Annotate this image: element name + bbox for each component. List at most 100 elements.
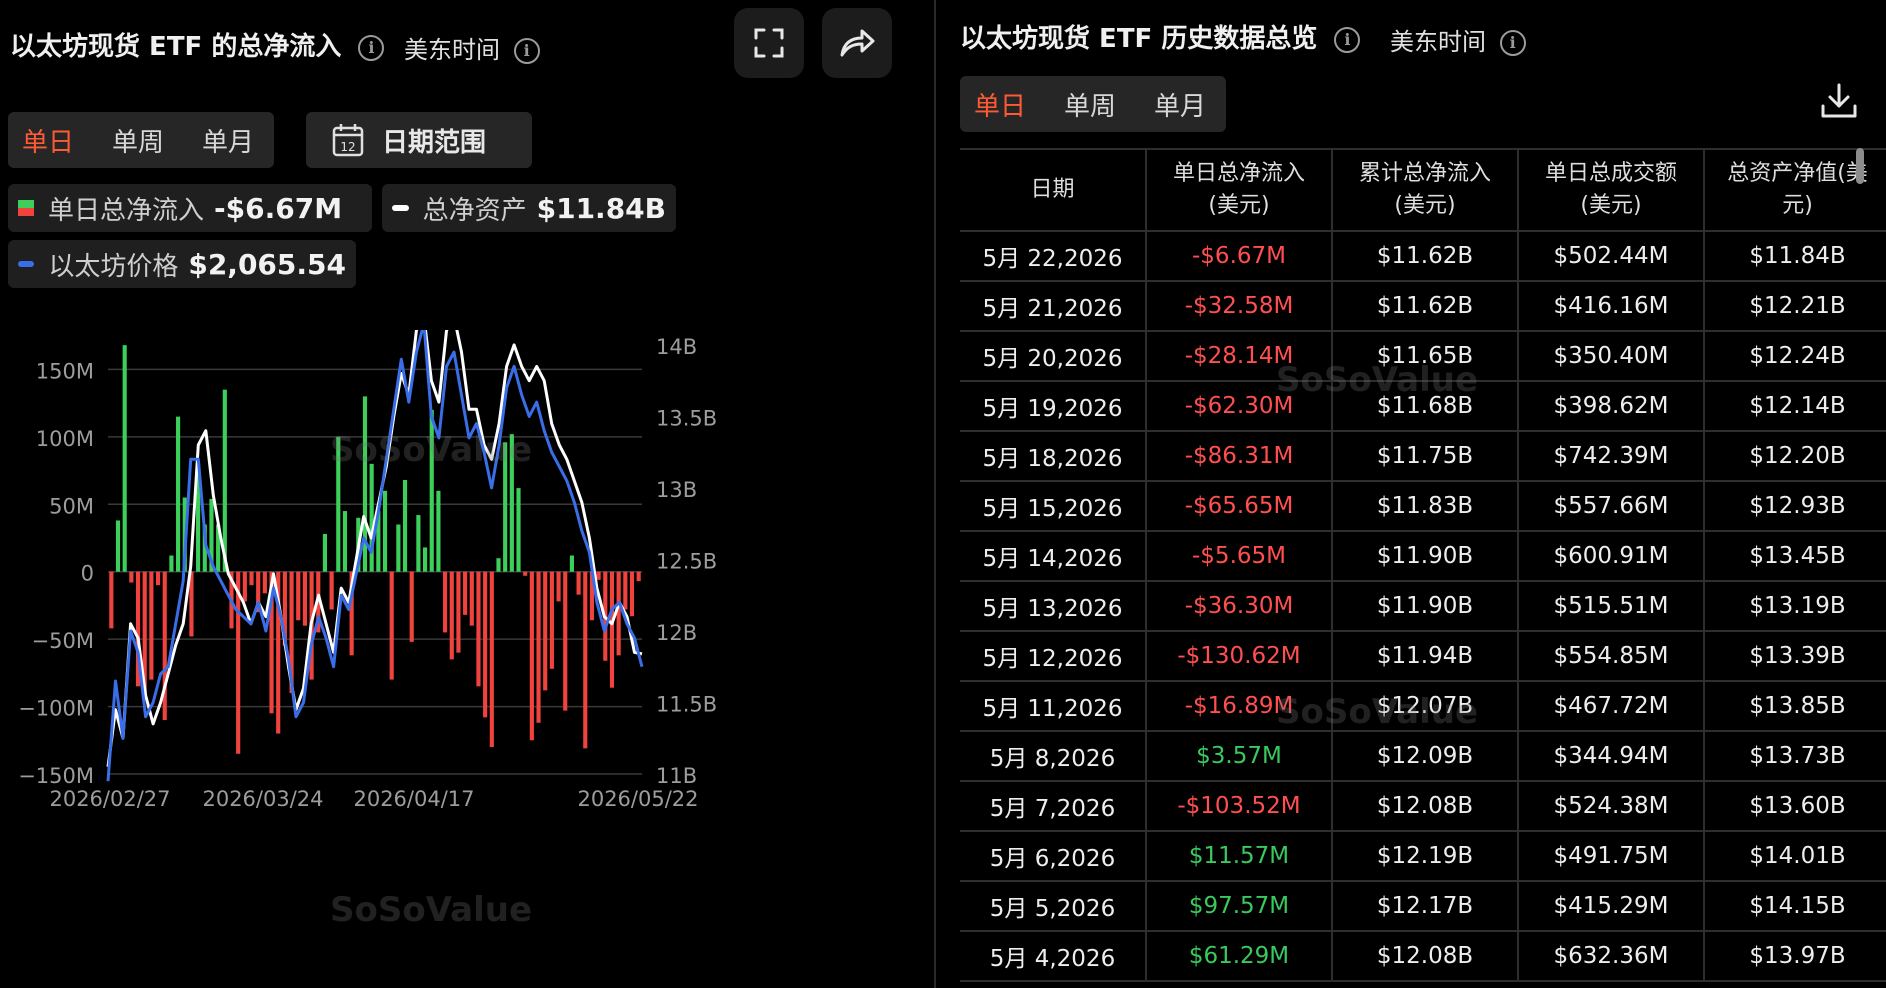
col-header-daily-volume[interactable]: 单日总成交额 (美元)	[1518, 148, 1705, 232]
inflow-bar	[122, 345, 127, 572]
right-axis-tick: 13.5B	[656, 406, 717, 430]
cell-daily-volume: $350.40M	[1518, 331, 1705, 382]
cell-cumulative-inflow: $11.94B	[1332, 631, 1519, 682]
table-panel-title: 以太坊现货 ETF 历史数据总览 i	[960, 18, 1361, 55]
table-timezone-text: 美东时间	[1390, 28, 1486, 56]
tab-monthly[interactable]: 单月	[202, 122, 254, 159]
inflow-bar	[463, 571, 468, 615]
inflow-bar	[155, 571, 161, 586]
cell-date: 5月 8,2026	[960, 731, 1147, 782]
col-header-daily-inflow[interactable]: 单日总净流入 (美元)	[1146, 148, 1333, 232]
table-timezone-info-icon[interactable]: i	[1499, 30, 1526, 56]
cell-date: 5月 4,2026	[960, 931, 1147, 982]
inflow-bar	[529, 571, 534, 741]
inflow-chart-panel: 以太坊现货 ETF 的总净流入 i 美东时间 i 单日 单周 单月 12 日期范…	[0, 0, 932, 988]
inflow-bar	[516, 488, 521, 572]
tab-daily[interactable]: 单日	[22, 122, 74, 159]
cell-net-assets: $14.15B	[1704, 881, 1886, 932]
blue-line-swatch-icon	[18, 261, 35, 267]
table-tab-daily[interactable]: 单日	[974, 86, 1026, 123]
right-axis-tick: 13B	[656, 478, 697, 502]
right-axis-tick: 14B	[656, 335, 697, 359]
inflow-bar	[322, 533, 328, 572]
table-watermark-lower: SoSoValue	[1276, 692, 1479, 732]
cell-daily-volume: $467.72M	[1518, 681, 1705, 732]
col-header-cumulative-inflow[interactable]: 累计总净流入 (美元)	[1332, 148, 1519, 232]
cell-daily-volume: $491.75M	[1518, 831, 1705, 882]
table-header-row: 日期 单日总净流入 (美元) 累计总净流入 (美元) 单日总成交额 (美元) 总…	[960, 148, 1886, 232]
table-watermark: SoSoValue	[1276, 360, 1479, 400]
col-header-date[interactable]: 日期	[960, 148, 1147, 232]
download-button[interactable]	[1820, 82, 1858, 124]
inflow-bar	[536, 571, 541, 723]
history-table: 日期 单日总净流入 (美元) 累计总净流入 (美元) 单日总成交额 (美元) 总…	[960, 148, 1886, 982]
cell-cumulative-inflow: $12.19B	[1332, 831, 1519, 882]
inflow-bar	[329, 571, 334, 610]
info-icon[interactable]: i	[358, 34, 385, 61]
cell-daily-volume: $742.39M	[1518, 431, 1705, 482]
table-tab-monthly[interactable]: 单月	[1154, 86, 1206, 123]
cell-daily-inflow: -$5.65M	[1146, 531, 1333, 582]
legend-daily-label: 单日总净流入	[48, 195, 205, 226]
table-row: 5月 21,2026 -$32.58M $11.62B $416.16M $12.21B	[960, 281, 1886, 332]
inflow-bar	[469, 571, 474, 626]
inflow-bar	[169, 555, 174, 572]
share-button[interactable]	[822, 8, 892, 78]
cell-daily-volume: $398.62M	[1518, 381, 1705, 432]
white-line-swatch-icon	[392, 205, 409, 211]
inflow-bar	[549, 571, 554, 669]
table-scrollbar[interactable]	[1856, 148, 1864, 184]
x-axis-tick: 2026/04/17	[353, 787, 474, 811]
cell-net-assets: $12.20B	[1704, 431, 1886, 482]
inflow-bar	[149, 571, 154, 680]
history-table-panel: 以太坊现货 ETF 历史数据总览 i 美东时间 i 单日 单周 单月 日期 单日…	[936, 0, 1886, 988]
table-row: 5月 18,2026 -$86.31M $11.75B $742.39M $12.20B	[960, 431, 1886, 482]
inflow-bar	[449, 571, 454, 660]
cell-cumulative-inflow: $11.90B	[1332, 531, 1519, 582]
inflow-bar	[583, 571, 588, 749]
inflow-bar	[422, 547, 428, 572]
legend-eth-price[interactable]: 以太坊价格 $2,065.54	[8, 240, 356, 288]
inflow-bar	[396, 524, 401, 572]
table-row: 5月 15,2026 -$65.65M $11.83B $557.66M $12.93B	[960, 481, 1886, 532]
timezone-label: 美东时间 i	[404, 30, 540, 65]
cell-date: 5月 11,2026	[960, 681, 1147, 732]
x-axis-tick: 2026/03/24	[202, 787, 323, 811]
cell-daily-inflow: $3.57M	[1146, 731, 1333, 782]
table-tab-weekly[interactable]: 单周	[1064, 86, 1116, 123]
table-timezone-label: 美东时间 i	[1390, 22, 1526, 57]
cell-cumulative-inflow: $12.17B	[1332, 881, 1519, 932]
table-title-text: 以太坊现货 ETF 历史数据总览	[960, 24, 1318, 54]
inflow-bar	[342, 511, 348, 572]
inflow-bar	[443, 571, 448, 633]
inflow-bar	[636, 571, 641, 582]
cell-net-assets: $12.14B	[1704, 381, 1886, 432]
cell-date: 5月 19,2026	[960, 381, 1147, 432]
cell-date: 5月 22,2026	[960, 231, 1147, 282]
eth-price-line	[106, 330, 644, 782]
legend-daily-inflow[interactable]: 单日总净流入 -$6.67M	[8, 184, 372, 232]
inflow-bar	[389, 571, 394, 680]
legend-assets-value: $11.84B	[536, 191, 666, 225]
table-row: 5月 7,2026 -$103.52M $12.08B $524.38M $13.60B	[960, 781, 1886, 832]
tab-weekly[interactable]: 单周	[112, 122, 164, 159]
date-range-button[interactable]: 12 日期范围	[306, 112, 532, 168]
cell-net-assets: $13.39B	[1704, 631, 1886, 682]
watermark-bottom: SoSoValue	[330, 890, 533, 930]
timezone-text: 美东时间	[404, 36, 500, 64]
bar-swatch-icon	[18, 200, 34, 216]
table-info-icon[interactable]: i	[1334, 26, 1361, 53]
period-tabs: 单日 单周 单月	[8, 112, 274, 168]
cell-daily-volume: $524.38M	[1518, 781, 1705, 832]
table-row: 5月 12,2026 -$130.62M $11.94B $554.85M $13.39…	[960, 631, 1886, 682]
inflow-bar	[402, 480, 408, 572]
legend-net-assets[interactable]: 总净资产 $11.84B	[382, 184, 676, 232]
inflow-bar	[249, 571, 254, 586]
fullscreen-button[interactable]	[734, 8, 804, 78]
right-axis-tick: 12B	[656, 621, 697, 645]
timezone-info-icon[interactable]: i	[513, 38, 540, 64]
cell-cumulative-inflow: $11.83B	[1332, 481, 1519, 532]
cell-daily-inflow: $61.29M	[1146, 931, 1333, 982]
inflow-bar	[369, 463, 374, 572]
cell-cumulative-inflow: $11.62B	[1332, 231, 1519, 282]
